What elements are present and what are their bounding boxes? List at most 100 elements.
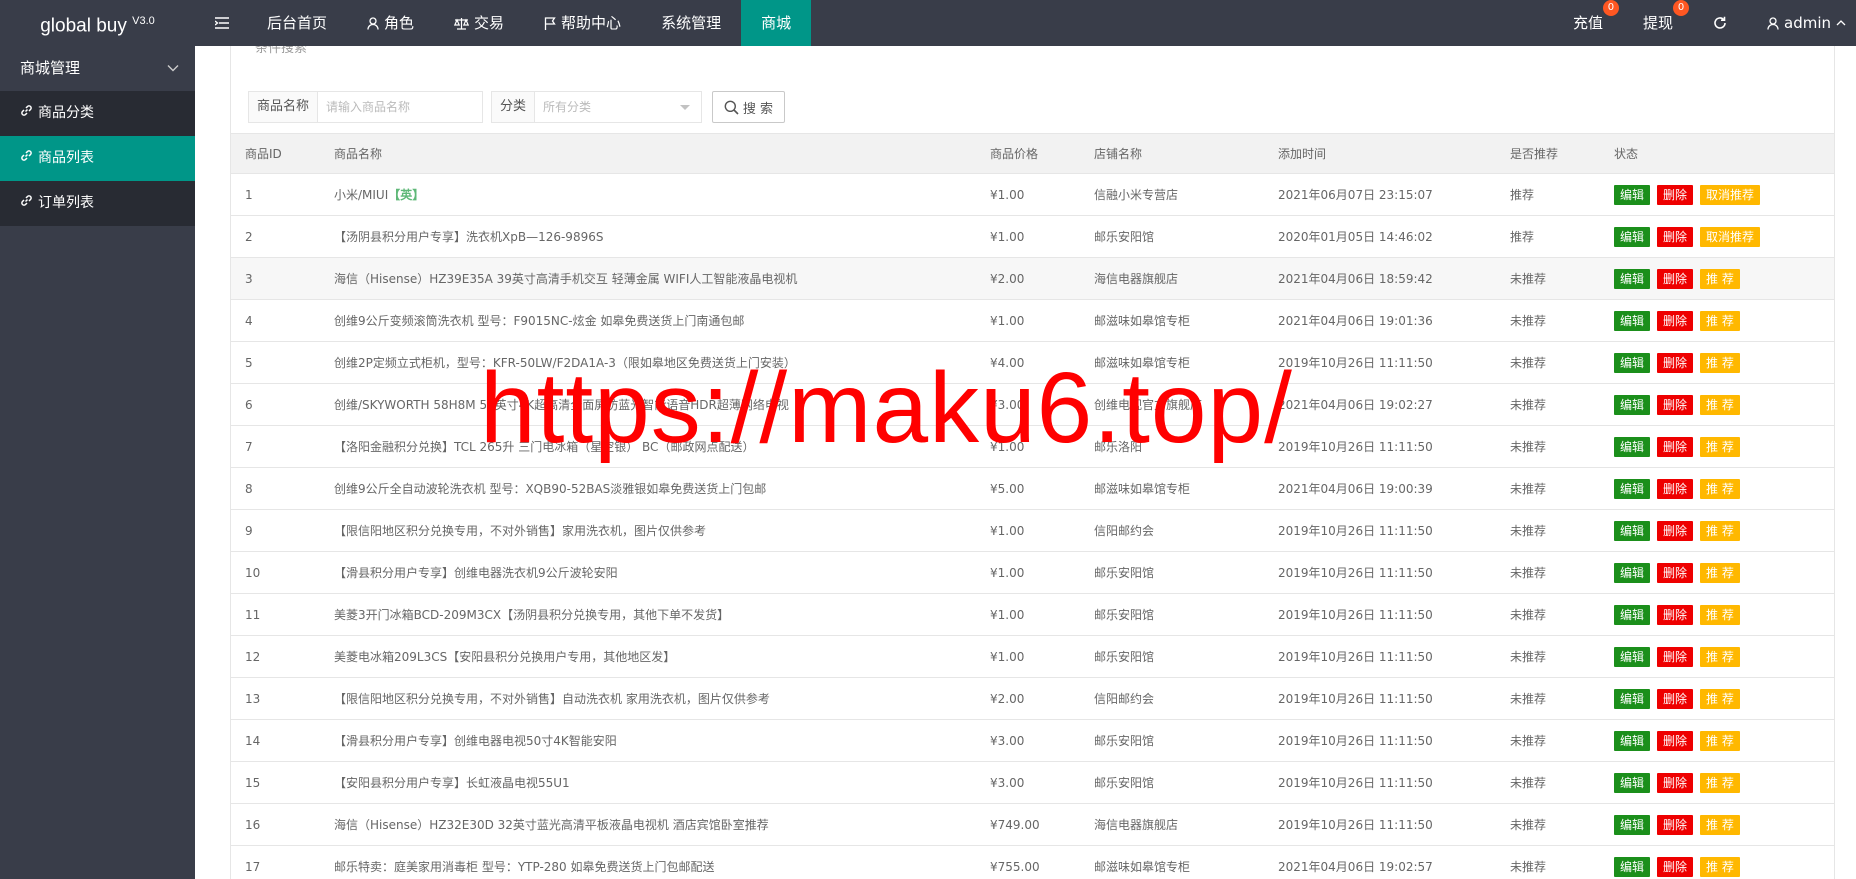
cell-price: ¥2.00 xyxy=(976,677,1080,720)
menu-toggle-button[interactable] xyxy=(195,0,247,46)
table-row[interactable]: 8 创维9公斤全自动波轮洗衣机 型号：XQB90-52BAS淡雅银如皋免费送货上门… xyxy=(231,467,1834,510)
recommend-button[interactable]: 推 荐 xyxy=(1700,856,1740,877)
recharge-button[interactable]: 充值 0 xyxy=(1553,0,1623,46)
sidebar-group-mall[interactable]: 商城管理 xyxy=(0,46,195,91)
table-row[interactable]: 16 海信（Hisense）HZ32E30D 32英寸蓝光高清平板液晶电视机 酒店… xyxy=(231,803,1834,846)
refresh-button[interactable] xyxy=(1693,0,1747,46)
edit-button[interactable]: 编辑 xyxy=(1614,520,1651,541)
nav-item-help[interactable]: 帮助中心 xyxy=(524,0,641,46)
cell-price: ¥1.00 xyxy=(976,299,1080,342)
table-row[interactable]: 7 【洛阳金融积分兑换】TCL 265升 三门电冰箱（星空银） BC（邮政网点配送… xyxy=(231,425,1834,468)
cell-time: 2021年06月07日 23:15:07 xyxy=(1264,173,1496,216)
category-select[interactable]: 所有分类 xyxy=(535,92,701,122)
sidebar-item-order-list[interactable]: 订单列表 xyxy=(0,181,195,226)
delete-button[interactable]: 删除 xyxy=(1657,814,1694,835)
edit-button[interactable]: 编辑 xyxy=(1614,604,1651,625)
nav-item-home[interactable]: 后台首页 xyxy=(247,0,347,46)
nav-item-system[interactable]: 系统管理 xyxy=(641,0,741,46)
delete-button[interactable]: 删除 xyxy=(1657,268,1694,289)
nav-item-mall[interactable]: 商城 xyxy=(741,0,812,46)
search-button[interactable]: 搜 索 xyxy=(712,91,785,123)
user-icon xyxy=(367,16,379,30)
withdraw-button[interactable]: 提现 0 xyxy=(1623,0,1693,46)
app-logo[interactable]: global buy V3.0 xyxy=(0,0,195,46)
product-table: 商品ID 商品名称 商品价格 店铺名称 添加时间 是否推荐 状态 1 小米/MIU… xyxy=(230,133,1835,879)
delete-button[interactable]: 删除 xyxy=(1657,520,1694,541)
recommend-button[interactable]: 推 荐 xyxy=(1700,436,1740,457)
edit-button[interactable]: 编辑 xyxy=(1614,184,1651,205)
sidebar-item-category[interactable]: 商品分类 xyxy=(0,91,195,136)
cell-actions: 编辑 删除 取消推荐 xyxy=(1600,173,1834,216)
table-row[interactable]: 12 美菱电冰箱209L3CS【安阳县积分兑换用户专用，其他地区发】 ¥1.00 邮乐… xyxy=(231,635,1834,678)
delete-button[interactable]: 删除 xyxy=(1657,310,1694,331)
delete-button[interactable]: 删除 xyxy=(1657,394,1694,415)
product-name-input[interactable]: 请输入商品名称 xyxy=(318,92,418,122)
table-row[interactable]: 1 小米/MIUI【英】 ¥1.00 信融小米专营店 2021年06月07日 23:15… xyxy=(231,173,1834,216)
delete-button[interactable]: 删除 xyxy=(1657,856,1694,877)
edit-button[interactable]: 编辑 xyxy=(1614,268,1651,289)
recommend-button[interactable]: 推 荐 xyxy=(1700,310,1740,331)
recommend-button[interactable]: 推 荐 xyxy=(1700,478,1740,499)
product-name: 【汤阴县积分用户专享】洗衣机XpB—126-9896S xyxy=(334,230,604,244)
edit-button[interactable]: 编辑 xyxy=(1614,688,1651,709)
cancel-recommend-button[interactable]: 取消推荐 xyxy=(1700,184,1761,205)
table-row[interactable]: 15 【安阳县积分用户专享】长虹液晶电视55U1 ¥3.00 邮乐安阳馆 2019年10… xyxy=(231,761,1834,804)
recommend-button[interactable]: 推 荐 xyxy=(1700,772,1740,793)
cell-shop: 邮乐安阳馆 xyxy=(1080,593,1264,636)
delete-button[interactable]: 删除 xyxy=(1657,772,1694,793)
delete-button[interactable]: 删除 xyxy=(1657,352,1694,373)
table-row[interactable]: 5 创维2P定频立式柜机，型号：KFR-50LW/F2DA1A-3（限如皋地区免费… xyxy=(231,341,1834,384)
recommend-button[interactable]: 推 荐 xyxy=(1700,604,1740,625)
table-row[interactable]: 11 美菱3开门冰箱BCD-209M3CX【汤阴县积分兑换专用，其他下单不发货】 ¥… xyxy=(231,593,1834,636)
table-row[interactable]: 3 海信（Hisense）HZ39E35A 39英寸高清手机交互 轻薄金属 WIF… xyxy=(231,257,1834,300)
table-row[interactable]: 17 邮乐特卖：庭美家用消毒柜 型号：YTP-280 如皋免费送货上门包邮配送 ¥7… xyxy=(231,845,1834,879)
sidebar-item-product-list[interactable]: 商品列表 xyxy=(0,136,195,181)
recommend-button[interactable]: 推 荐 xyxy=(1700,814,1740,835)
edit-button[interactable]: 编辑 xyxy=(1614,394,1651,415)
user-menu[interactable]: admin xyxy=(1747,0,1856,46)
cancel-recommend-button[interactable]: 取消推荐 xyxy=(1700,226,1761,247)
delete-button[interactable]: 删除 xyxy=(1657,562,1694,583)
table-row[interactable]: 10 【滑县积分用户专享】创维电器洗衣机9公斤波轮安阳 ¥1.00 邮乐安阳馆 2019… xyxy=(231,551,1834,594)
edit-button[interactable]: 编辑 xyxy=(1614,562,1651,583)
edit-button[interactable]: 编辑 xyxy=(1614,730,1651,751)
delete-button[interactable]: 删除 xyxy=(1657,646,1694,667)
recommend-button[interactable]: 推 荐 xyxy=(1700,646,1740,667)
recommend-button[interactable]: 推 荐 xyxy=(1700,520,1740,541)
edit-button[interactable]: 编辑 xyxy=(1614,226,1651,247)
recommend-button[interactable]: 推 荐 xyxy=(1700,562,1740,583)
nav-item-trade[interactable]: 交易 xyxy=(434,0,524,46)
edit-button[interactable]: 编辑 xyxy=(1614,856,1651,877)
cell-recommended: 未推荐 xyxy=(1496,299,1600,342)
table-row[interactable]: 6 创维/SKYWORTH 58H8M 58英寸4K超高清全面屏防蓝光智能语音HD… xyxy=(231,383,1834,426)
recommend-button[interactable]: 推 荐 xyxy=(1700,688,1740,709)
delete-button[interactable]: 删除 xyxy=(1657,226,1694,247)
recommend-button[interactable]: 推 荐 xyxy=(1700,394,1740,415)
delete-button[interactable]: 删除 xyxy=(1657,604,1694,625)
delete-button[interactable]: 删除 xyxy=(1657,688,1694,709)
table-row[interactable]: 9 【限信阳地区积分兑换专用，不对外销售】家用洗衣机，图片仅供参考 ¥1.00 信阳邮… xyxy=(231,509,1834,552)
table-row[interactable]: 4 创维9公斤变频滚筒洗衣机 型号：F9015NC-炫金 如皋免费送货上门南通包邮… xyxy=(231,299,1834,342)
nav-item-roles[interactable]: 角色 xyxy=(347,0,434,46)
edit-button[interactable]: 编辑 xyxy=(1614,436,1651,457)
edit-button[interactable]: 编辑 xyxy=(1614,478,1651,499)
edit-button[interactable]: 编辑 xyxy=(1614,310,1651,331)
table-row[interactable]: 13 【限信阳地区积分兑换专用，不对外销售】自动洗衣机 家用洗衣机，图片仅供参考 ¥… xyxy=(231,677,1834,720)
delete-button[interactable]: 删除 xyxy=(1657,184,1694,205)
edit-button[interactable]: 编辑 xyxy=(1614,646,1651,667)
delete-button[interactable]: 删除 xyxy=(1657,478,1694,499)
edit-button[interactable]: 编辑 xyxy=(1614,772,1651,793)
delete-button[interactable]: 删除 xyxy=(1657,730,1694,751)
cell-price: ¥1.00 xyxy=(976,551,1080,594)
recommend-button[interactable]: 推 荐 xyxy=(1700,730,1740,751)
cell-id: 3 xyxy=(231,257,320,300)
edit-button[interactable]: 编辑 xyxy=(1614,352,1651,373)
table-row[interactable]: 14 【滑县积分用户专享】创维电器电视50寸4K智能安阳 ¥3.00 邮乐安阳馆 201… xyxy=(231,719,1834,762)
recommend-button[interactable]: 推 荐 xyxy=(1700,352,1740,373)
edit-button[interactable]: 编辑 xyxy=(1614,814,1651,835)
table-row[interactable]: 2 【汤阴县积分用户专享】洗衣机XpB—126-9896S ¥1.00 邮乐安阳馆 20… xyxy=(231,215,1834,258)
menu-fold-icon xyxy=(215,17,229,29)
delete-button[interactable]: 删除 xyxy=(1657,436,1694,457)
recommend-button[interactable]: 推 荐 xyxy=(1700,268,1740,289)
cell-time: 2021年04月06日 19:02:57 xyxy=(1264,845,1496,879)
